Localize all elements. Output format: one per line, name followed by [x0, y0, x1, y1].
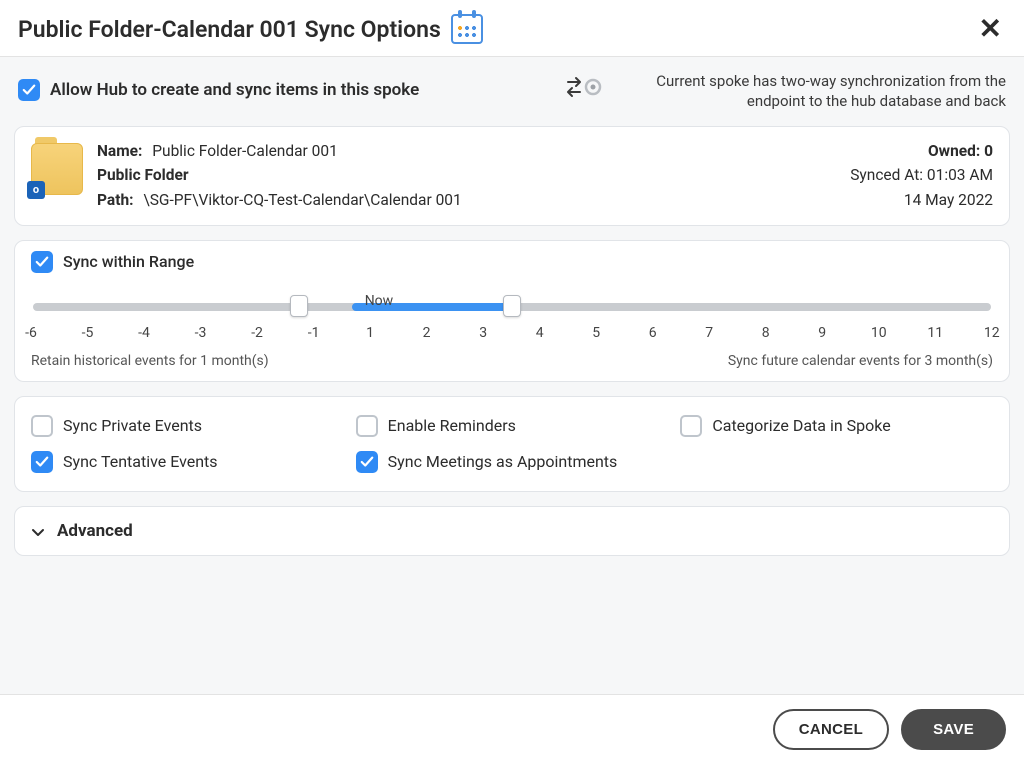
- slider-tick: 1: [366, 325, 374, 341]
- synced-date: 14 May 2022: [904, 191, 993, 209]
- spoke-info-left: o Name: Public Folder-Calendar 001 Publi…: [31, 139, 462, 213]
- sync-mode-wrap: Current spoke has two-way synchronizatio…: [566, 71, 1006, 112]
- public-folder-icon: o: [31, 143, 83, 195]
- sync-tentative-label: Sync Tentative Events: [63, 452, 218, 471]
- sync-mode-description: Current spoke has two-way synchronizatio…: [616, 71, 1006, 112]
- sync-range-card: Sync within Range Now -6-5-4-3-2-1123456…: [14, 240, 1010, 382]
- option-sync-tentative: Sync Tentative Events: [31, 451, 344, 473]
- option-sync-private: Sync Private Events: [31, 415, 344, 437]
- slider-tick: -2: [251, 325, 263, 341]
- synced-time: 01:03 AM: [927, 166, 993, 184]
- calendar-icon: [451, 14, 483, 44]
- spoke-info-lines: Name: Public Folder-Calendar 001 Public …: [97, 139, 462, 213]
- name-label: Name:: [97, 142, 142, 160]
- sync-options-card: Sync Private Events Enable Reminders Cat…: [14, 396, 1010, 492]
- enable-reminders-label: Enable Reminders: [388, 416, 516, 435]
- sync-options-dialog: Public Folder-Calendar 001 Sync Options …: [0, 0, 1024, 764]
- sync-meta-row: Allow Hub to create and sync items in th…: [14, 71, 1010, 126]
- two-way-sync-icon: [566, 71, 602, 103]
- sync-range-checkbox[interactable]: [31, 251, 53, 273]
- now-label: Now: [365, 293, 394, 309]
- allow-sync-row: Allow Hub to create and sync items in th…: [18, 71, 419, 101]
- slider-tick: 11: [927, 325, 943, 341]
- sync-range-header: Sync within Range: [31, 251, 993, 273]
- dialog-body: Allow Hub to create and sync items in th…: [0, 57, 1024, 694]
- range-notes: Retain historical events for 1 month(s) …: [31, 353, 993, 369]
- path-value: \SG-PF\Viktor-CQ-Test-Calendar\Calendar …: [143, 191, 461, 209]
- slider-thumb-left[interactable]: [290, 295, 308, 317]
- slider-tick: 9: [818, 325, 826, 341]
- allow-sync-checkbox[interactable]: [18, 79, 40, 101]
- slider-thumb-right[interactable]: [503, 295, 521, 317]
- sync-future-text: Sync future calendar events for 3 month(…: [728, 353, 993, 369]
- slider-tick: 12: [984, 325, 1000, 341]
- chevron-down-icon: [31, 524, 45, 538]
- sync-range-label: Sync within Range: [63, 252, 194, 271]
- sync-tentative-checkbox[interactable]: [31, 451, 53, 473]
- dialog-title-wrap: Public Folder-Calendar 001 Sync Options: [18, 14, 483, 44]
- sync-private-label: Sync Private Events: [63, 416, 202, 435]
- slider-tick: -3: [195, 325, 207, 341]
- advanced-label: Advanced: [57, 521, 133, 541]
- slider-tick: 10: [871, 325, 887, 341]
- slider-tick: -5: [82, 325, 94, 341]
- enable-reminders-checkbox[interactable]: [356, 415, 378, 437]
- dialog-title: Public Folder-Calendar 001 Sync Options: [18, 16, 441, 43]
- name-value: Public Folder-Calendar 001: [152, 142, 338, 160]
- retain-historical-text: Retain historical events for 1 month(s): [31, 353, 269, 369]
- synced-label: Synced At:: [850, 166, 923, 184]
- sync-meetings-label: Sync Meetings as Appointments: [388, 452, 618, 471]
- cancel-button[interactable]: CANCEL: [773, 709, 889, 750]
- slider-tick: -4: [138, 325, 150, 341]
- advanced-section[interactable]: Advanced: [14, 506, 1010, 556]
- dialog-header: Public Folder-Calendar 001 Sync Options …: [0, 0, 1024, 57]
- slider-tick: 3: [479, 325, 487, 341]
- slider-tick: 8: [762, 325, 770, 341]
- option-enable-reminders: Enable Reminders: [356, 415, 669, 437]
- slider-tick: 7: [705, 325, 713, 341]
- slider-tick: 4: [536, 325, 544, 341]
- option-sync-meetings: Sync Meetings as Appointments: [356, 451, 669, 473]
- spoke-info-right: Owned: 0 Synced At: 01:03 AM 14 May 2022: [850, 139, 993, 213]
- range-slider[interactable]: Now: [33, 297, 991, 315]
- type-label: Public Folder: [97, 166, 189, 184]
- slider-tick: 5: [592, 325, 600, 341]
- save-button[interactable]: SAVE: [901, 709, 1006, 750]
- slider-tick: -6: [25, 325, 37, 341]
- option-categorize: Categorize Data in Spoke: [680, 415, 993, 437]
- path-label: Path:: [97, 191, 134, 209]
- spoke-info-card: o Name: Public Folder-Calendar 001 Publi…: [14, 126, 1010, 226]
- categorize-checkbox[interactable]: [680, 415, 702, 437]
- owned-value: 0: [984, 142, 993, 160]
- categorize-label: Categorize Data in Spoke: [712, 416, 890, 435]
- owned-label: Owned:: [928, 142, 980, 160]
- close-icon[interactable]: ✕: [975, 15, 1006, 43]
- sync-private-checkbox[interactable]: [31, 415, 53, 437]
- dialog-footer: CANCEL SAVE: [0, 694, 1024, 764]
- slider-tick: 2: [423, 325, 431, 341]
- slider-tick: 6: [649, 325, 657, 341]
- slider-tick: -1: [308, 325, 320, 341]
- allow-sync-label: Allow Hub to create and sync items in th…: [50, 80, 419, 100]
- sync-meetings-checkbox[interactable]: [356, 451, 378, 473]
